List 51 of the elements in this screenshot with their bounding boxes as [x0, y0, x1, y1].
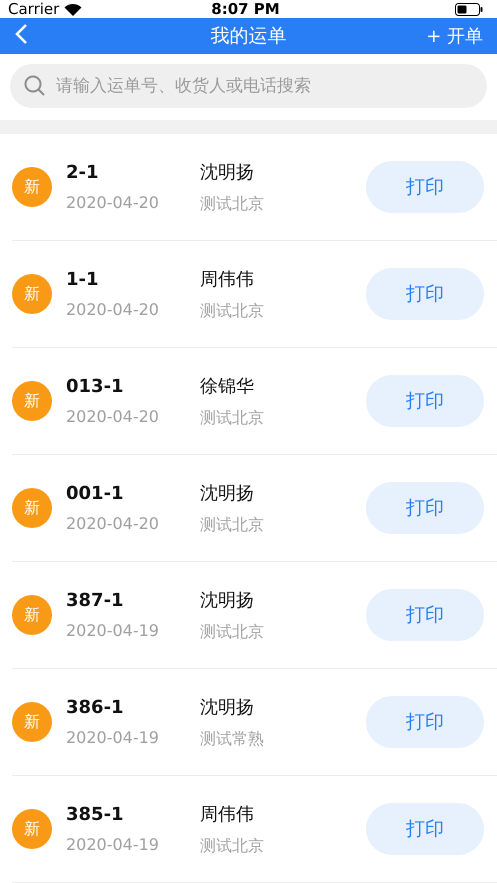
order-number: 386-1 [66, 697, 125, 718]
recipient-name: 周伟伟 [200, 802, 255, 826]
recipient-name: 沈明扬 [200, 696, 255, 718]
order-number: 001-1 [66, 483, 125, 504]
order-date: 2020-04-19 [66, 835, 160, 854]
order-number: 385-1 [66, 804, 125, 825]
print-button[interactable]: 打印 [366, 268, 484, 320]
order-number: 387-1 [66, 590, 125, 611]
order-date: 2020-04-20 [66, 193, 160, 212]
new-badge: 新 [12, 488, 52, 528]
recipient-name: 徐锦华 [200, 374, 255, 398]
destination-city: 测试北京 [200, 514, 265, 536]
print-button[interactable]: 打印 [366, 589, 484, 641]
new-badge: 新 [12, 167, 52, 207]
new-badge: 新 [12, 381, 52, 421]
print-button[interactable]: 打印 [366, 375, 484, 427]
new-order-link[interactable]: + 开单 [363, 24, 483, 48]
new-badge: 新 [12, 809, 52, 849]
destination-city: 测试北京 [200, 622, 265, 642]
recipient-name: 沈明扬 [200, 160, 255, 184]
order-date: 2020-04-20 [66, 407, 160, 426]
order-date: 2020-04-20 [66, 514, 160, 533]
battery-icon [454, 2, 483, 16]
print-button[interactable]: 打印 [366, 696, 484, 748]
order-date: 2020-04-19 [66, 728, 160, 747]
order-number: 013-1 [66, 376, 125, 397]
destination-city: 测试北京 [200, 408, 265, 428]
print-button[interactable]: 打印 [366, 803, 484, 855]
destination-city: 测试北京 [200, 194, 265, 214]
order-number: 1-1 [66, 269, 100, 290]
destination-city: 测试北京 [200, 300, 265, 322]
recipient-name: 周伟伟 [200, 268, 255, 290]
destination-city: 测试北京 [200, 836, 265, 856]
order-number: 2-1 [66, 162, 100, 183]
carrier-label: Carrier [8, 0, 60, 18]
page-title: 我的运单 [210, 24, 286, 50]
new-badge: 新 [12, 274, 52, 314]
back-icon[interactable] [14, 23, 28, 46]
search-icon [24, 75, 46, 97]
recipient-name: 沈明扬 [200, 588, 255, 612]
print-button[interactable]: 打印 [366, 482, 484, 534]
new-badge: 新 [12, 595, 52, 635]
order-date: 2020-04-20 [66, 300, 160, 319]
new-badge: 新 [12, 702, 52, 742]
clock: 8:07 PM [211, 0, 280, 18]
destination-city: 测试常熟 [200, 728, 265, 750]
print-button[interactable]: 打印 [366, 161, 484, 213]
search-field[interactable]: 请输入运单号、收货人或电话搜索 [10, 64, 487, 108]
order-date: 2020-04-19 [66, 621, 160, 640]
wifi-icon [64, 2, 82, 16]
recipient-name: 沈明扬 [200, 482, 255, 504]
